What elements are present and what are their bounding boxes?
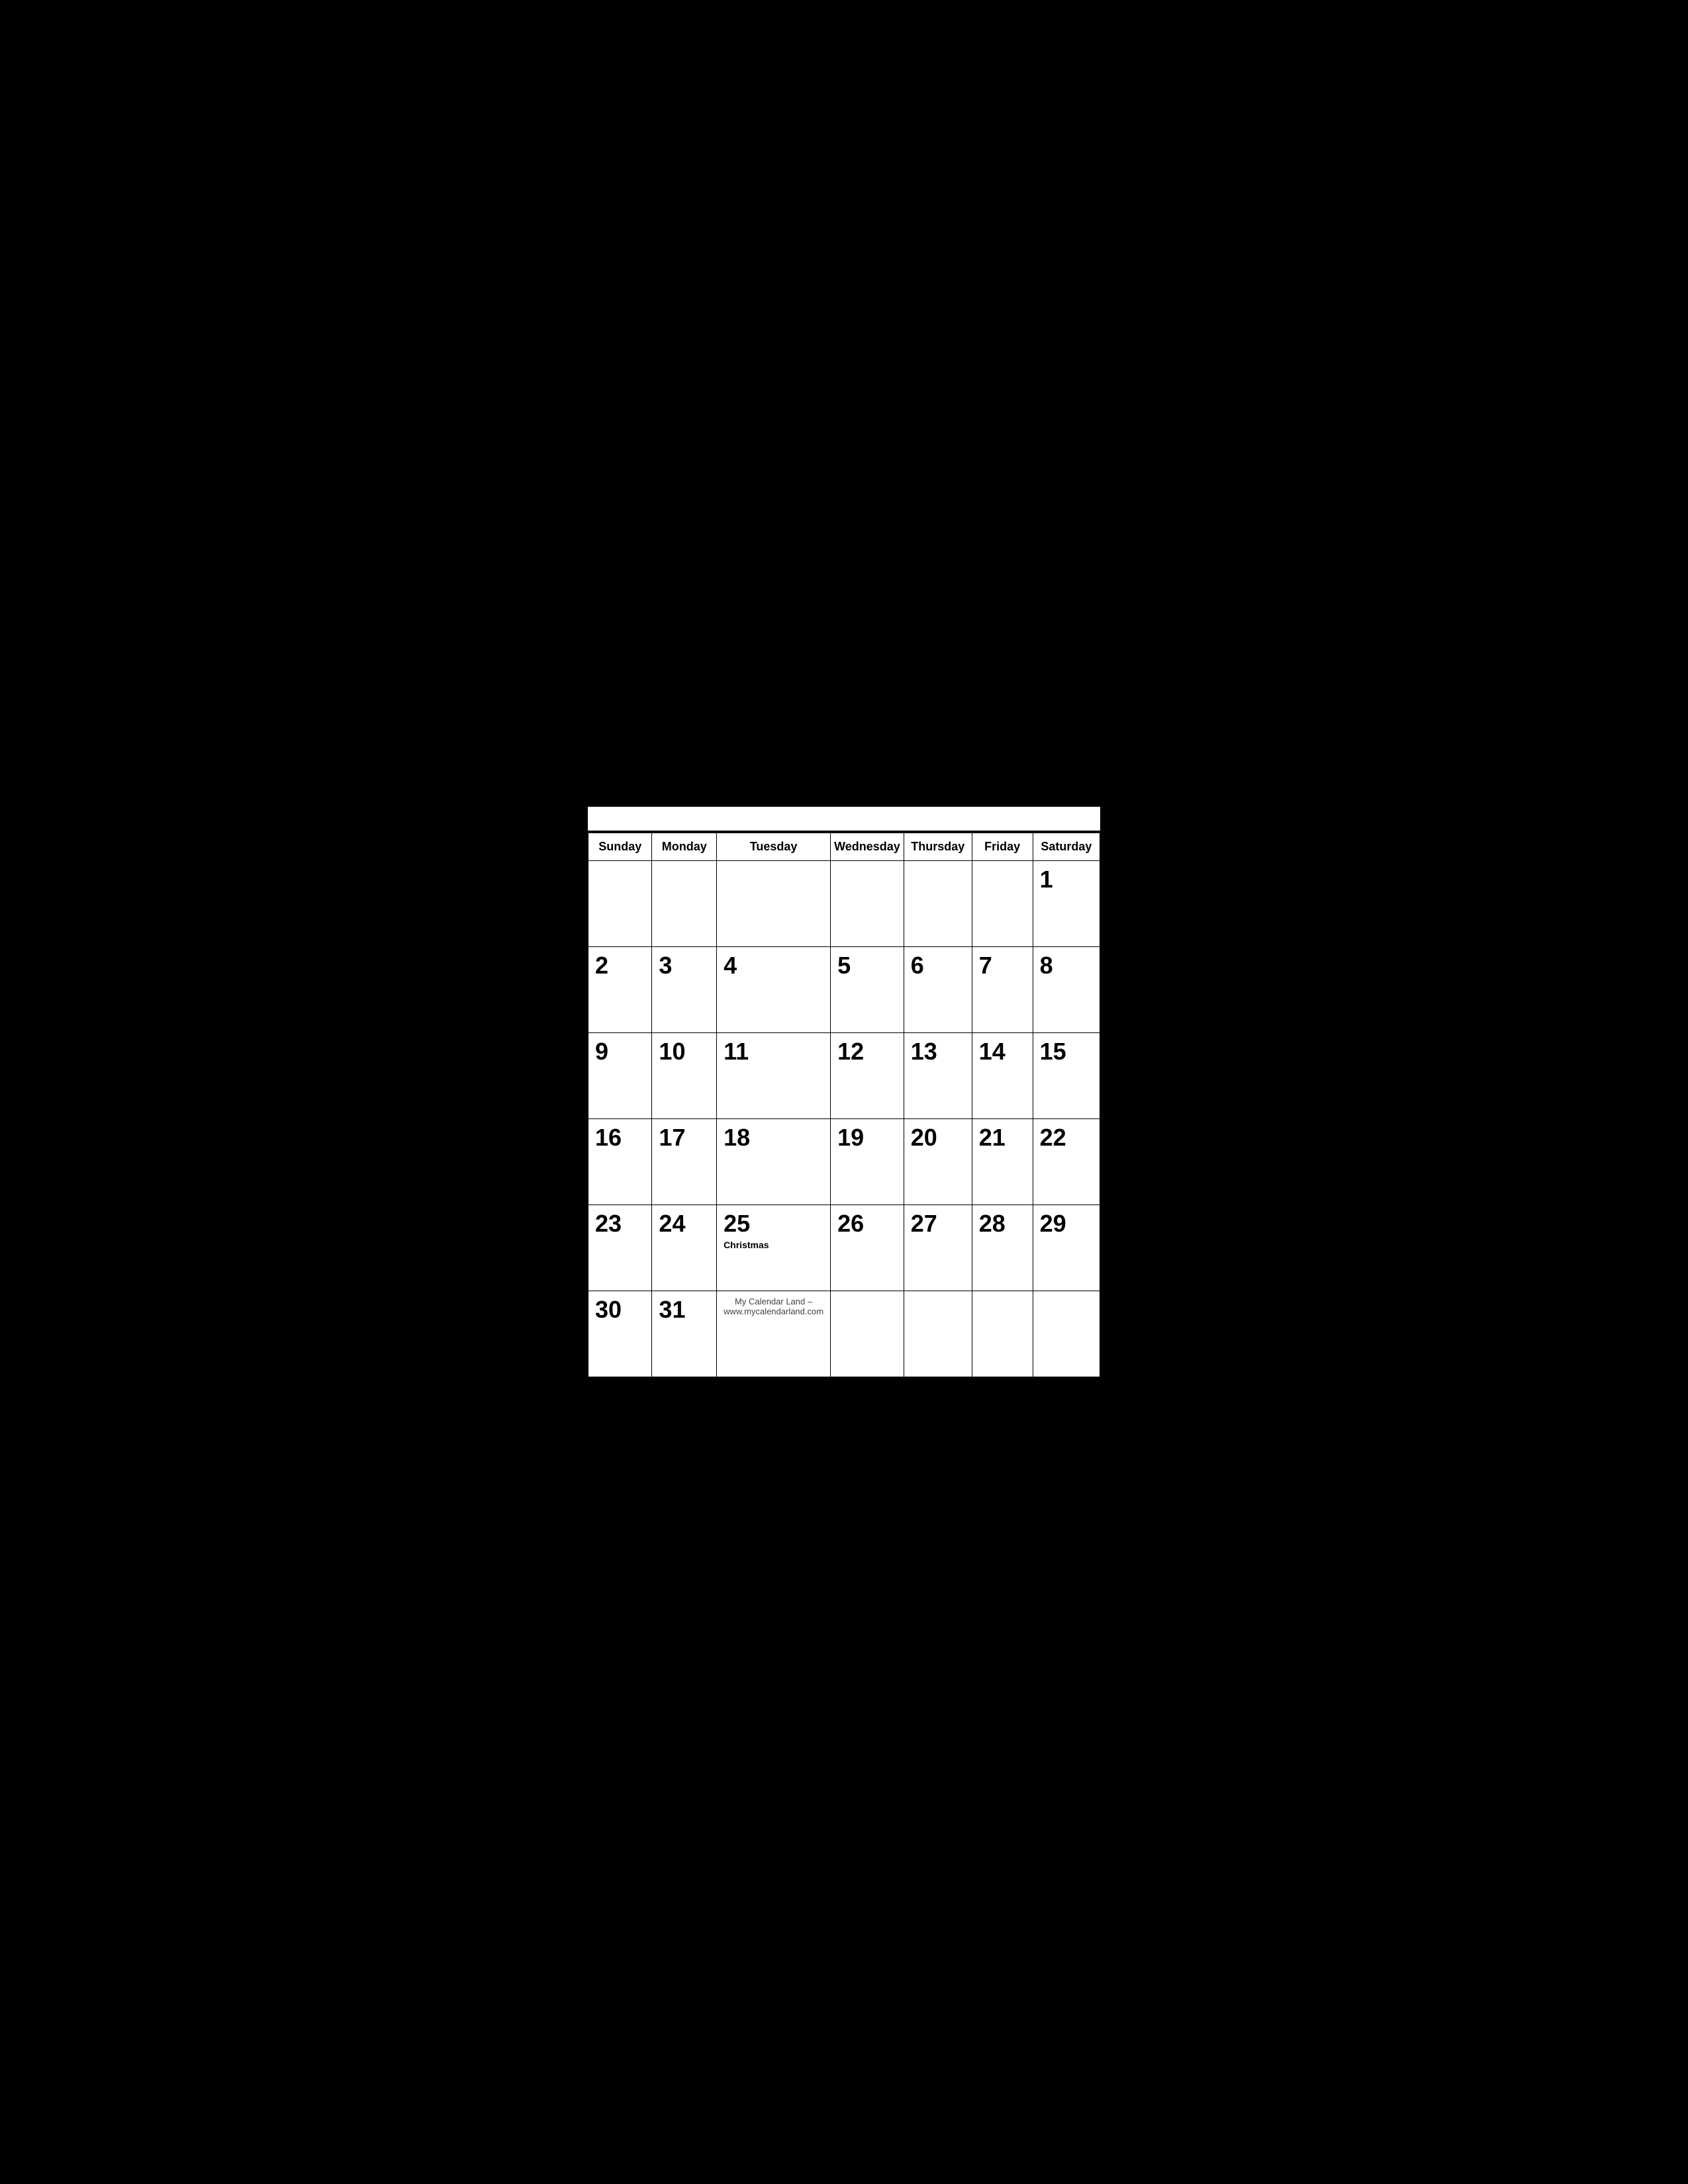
day-of-week-monday: Monday: [652, 833, 717, 861]
calendar-cell: 17: [652, 1119, 717, 1205]
calendar-cell: 3: [652, 947, 717, 1033]
calendar-cell: 26: [831, 1205, 904, 1291]
day-number: 29: [1040, 1210, 1093, 1237]
calendar-cell: 27: [904, 1205, 972, 1291]
day-of-week-sunday: Sunday: [588, 833, 652, 861]
day-number: 23: [595, 1210, 645, 1237]
week-row-2: 2345678: [588, 947, 1100, 1033]
day-number: 25: [724, 1210, 823, 1237]
day-number: 9: [595, 1038, 645, 1065]
day-of-week-tuesday: Tuesday: [717, 833, 831, 861]
week-row-5: 23 24 25 Christmas 26 27 28 29: [588, 1205, 1100, 1291]
calendar-cell: 2: [588, 947, 652, 1033]
calendar-cell: 18: [717, 1119, 831, 1205]
day-number: 31: [659, 1297, 710, 1323]
day-number: 17: [659, 1124, 710, 1151]
day-number: 21: [979, 1124, 1026, 1151]
calendar-cell: [831, 861, 904, 947]
calendar-cell: 24: [652, 1205, 717, 1291]
day-number: 1: [1040, 866, 1093, 893]
day-number: 7: [979, 952, 1026, 979]
calendar-cell: 14: [972, 1033, 1033, 1119]
calendar-cell: [831, 1291, 904, 1377]
calendar-cell: 11: [717, 1033, 831, 1119]
calendar-title: [588, 807, 1100, 833]
calendar-cell: 1: [1033, 861, 1100, 947]
day-number: 28: [979, 1210, 1026, 1237]
calendar-cell: 4: [717, 947, 831, 1033]
calendar-cell: [904, 1291, 972, 1377]
calendar-grid: SundayMondayTuesdayWednesdayThursdayFrid…: [588, 833, 1100, 1377]
day-number: 13: [911, 1038, 965, 1065]
calendar-cell: 30: [588, 1291, 652, 1377]
calendar-cell: 10: [652, 1033, 717, 1119]
calendar-cell: 19: [831, 1119, 904, 1205]
day-number: 3: [659, 952, 710, 979]
day-number: 30: [595, 1297, 645, 1323]
calendar-cell: 16: [588, 1119, 652, 1205]
day-number: 20: [911, 1124, 965, 1151]
calendar-cell: [652, 861, 717, 947]
day-number: 22: [1040, 1124, 1093, 1151]
calendar-cell: 6: [904, 947, 972, 1033]
day-number: 24: [659, 1210, 710, 1237]
calendar-cell: 13: [904, 1033, 972, 1119]
calendar-cell: 15: [1033, 1033, 1100, 1119]
day-number: 6: [911, 952, 965, 979]
calendar-cell: 25 Christmas: [717, 1205, 831, 1291]
calendar-cell: 28: [972, 1205, 1033, 1291]
week-row-4: 16 17 18 19 20 21 22: [588, 1119, 1100, 1205]
calendar-cell: 20: [904, 1119, 972, 1205]
week-row-1: 1: [588, 861, 1100, 947]
day-of-week-friday: Friday: [972, 833, 1033, 861]
calendar-cell: 12: [831, 1033, 904, 1119]
day-of-week-wednesday: Wednesday: [831, 833, 904, 861]
calendar-cell: [904, 861, 972, 947]
day-number: 26: [837, 1210, 897, 1237]
week-row-6: 30 31 My Calendar Land – www.mycalendarlan…: [588, 1291, 1100, 1377]
calendar-cell: My Calendar Land – www.mycalendarland.co…: [717, 1291, 831, 1377]
day-number: 27: [911, 1210, 965, 1237]
calendar-cell: 7: [972, 947, 1033, 1033]
calendar-cell: 21: [972, 1119, 1033, 1205]
day-number: 16: [595, 1124, 645, 1151]
day-number: 18: [724, 1124, 823, 1151]
day-of-week-saturday: Saturday: [1033, 833, 1100, 861]
day-number: 15: [1040, 1038, 1093, 1065]
calendar-cell: 5: [831, 947, 904, 1033]
calendar-cell: [717, 861, 831, 947]
footer-text: My Calendar Land – www.mycalendarland.co…: [724, 1297, 823, 1316]
day-number: 8: [1040, 952, 1093, 979]
calendar-cell: 22: [1033, 1119, 1100, 1205]
calendar-cell: 29: [1033, 1205, 1100, 1291]
calendar-cell: 8: [1033, 947, 1100, 1033]
day-of-week-thursday: Thursday: [904, 833, 972, 861]
calendar-container: SundayMondayTuesdayWednesdayThursdayFrid…: [586, 805, 1102, 1379]
day-number: 19: [837, 1124, 897, 1151]
day-number: 10: [659, 1038, 710, 1065]
calendar-cell: 23: [588, 1205, 652, 1291]
day-number: 5: [837, 952, 897, 979]
day-number: 12: [837, 1038, 897, 1065]
calendar-cell: [1033, 1291, 1100, 1377]
day-number: 4: [724, 952, 823, 979]
calendar-cell: [972, 861, 1033, 947]
calendar-cell: 9: [588, 1033, 652, 1119]
calendar-cell: [588, 861, 652, 947]
week-row-3: 9 10 11 12 13 14 15: [588, 1033, 1100, 1119]
day-note: Christmas: [724, 1240, 823, 1250]
day-number: 14: [979, 1038, 1026, 1065]
calendar-cell: 31: [652, 1291, 717, 1377]
days-of-week-row: SundayMondayTuesdayWednesdayThursdayFrid…: [588, 833, 1100, 861]
day-number: 2: [595, 952, 645, 979]
day-number: 11: [724, 1038, 823, 1065]
calendar-cell: [972, 1291, 1033, 1377]
